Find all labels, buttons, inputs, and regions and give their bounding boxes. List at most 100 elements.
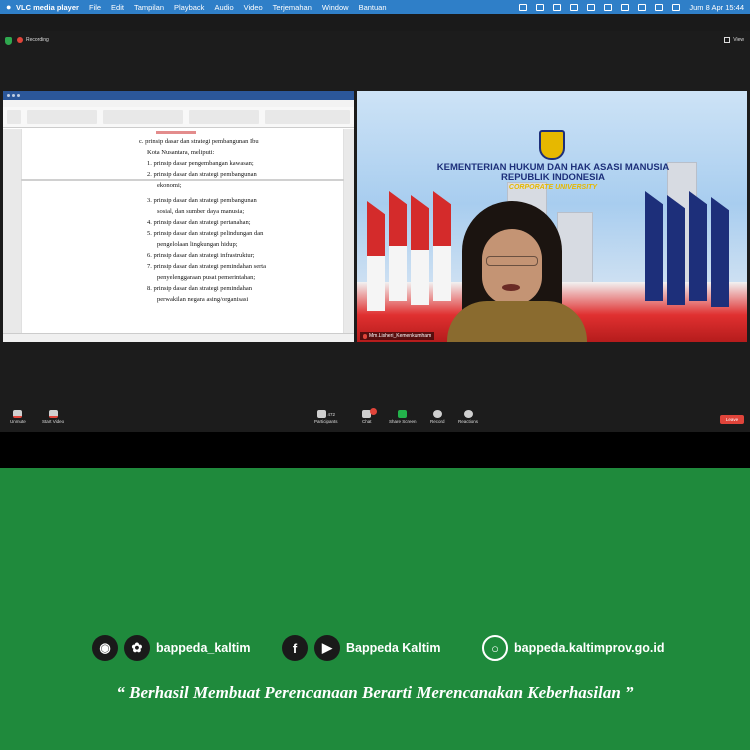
website-url: bappeda.kaltimprov.go.id xyxy=(514,641,665,655)
chat-button[interactable]: Chat xyxy=(362,408,378,424)
ministry-banner-text: KEMENTERIAN HUKUM DAN HAK ASASI MANUSIA … xyxy=(417,163,689,193)
smiley-icon xyxy=(463,410,473,418)
menu-app-name[interactable]: VLC media player xyxy=(16,3,79,12)
speaker-video-tile[interactable]: KEMENTERIAN HUKUM DAN HAK ASASI MANUSIA … xyxy=(357,91,747,342)
blue-flag xyxy=(667,195,685,305)
red-white-flag xyxy=(389,191,407,301)
word-ribbon xyxy=(3,107,354,128)
menu-video[interactable]: Video xyxy=(244,3,263,12)
menu-help[interactable]: Bantuan xyxy=(359,3,387,12)
blue-flag xyxy=(645,191,663,301)
menu-playback[interactable]: Playback xyxy=(174,3,204,12)
recording-indicator[interactable]: Recording xyxy=(17,37,49,43)
drive-icon[interactable] xyxy=(536,3,545,11)
record-icon xyxy=(432,410,442,418)
vlc-status-icon[interactable] xyxy=(553,3,562,11)
chat-label: Chat xyxy=(362,419,372,424)
menu-audio[interactable]: Audio xyxy=(214,3,233,12)
participant-name-label: Mm.Lisheri_Kemenkumham xyxy=(360,332,435,340)
menubar-status-area: Jum 8 Apr 15:44 xyxy=(519,3,744,12)
window-controls xyxy=(7,94,20,97)
social-website: ○ bappeda.kaltimprov.go.id xyxy=(482,635,664,661)
menu-window[interactable]: Window xyxy=(322,3,349,12)
menu-view[interactable]: Tampilan xyxy=(134,3,164,12)
footer-tagline: “ Berhasil Membuat Perencanaan Berarti M… xyxy=(116,683,634,702)
apple-menu-icon[interactable]: ● xyxy=(6,2,16,12)
speaker-person xyxy=(447,201,587,342)
menu-file[interactable]: File xyxy=(89,3,101,12)
instagram-twitter-handle: bappeda_kaltim xyxy=(156,641,251,655)
doc-line: 3. prinsip dasar dan strategi pembanguna… xyxy=(147,197,257,204)
record-button[interactable]: Record xyxy=(430,410,445,424)
security-shield-icon[interactable] xyxy=(5,37,12,45)
chat-icon xyxy=(362,408,378,418)
microphone-icon xyxy=(13,410,23,418)
doc-line: ekonomi; xyxy=(157,182,182,189)
unmute-label: Unmute xyxy=(10,419,26,424)
red-white-flag xyxy=(433,191,451,301)
grid-view-icon xyxy=(724,37,731,43)
wifi-icon[interactable] xyxy=(621,3,630,11)
word-title-bar xyxy=(3,91,354,100)
shared-screen-document[interactable]: c. prinsip dasar dan strategi pembanguna… xyxy=(3,91,354,342)
control-center-icon[interactable] xyxy=(655,3,664,11)
dropbox-icon[interactable] xyxy=(519,3,528,11)
participants-button[interactable]: 472 Participants xyxy=(314,410,338,424)
facebook-youtube-name: Bappeda Kaltim xyxy=(346,641,441,655)
search-icon[interactable] xyxy=(638,3,647,11)
doc-line: perwakilan negara asing/organisasi xyxy=(157,296,249,303)
word-status-bar xyxy=(3,333,354,342)
page-right-gutter xyxy=(344,129,354,333)
twitter-icon: ✿ xyxy=(124,635,150,661)
doc-line: 5. prinsip dasar dan strategi pelindunga… xyxy=(147,230,264,237)
zoom-toolbar: Unmute Start Video 472 Participants Chat… xyxy=(0,406,750,432)
ministry-unit: CORPORATE UNIVERSITY xyxy=(508,184,598,191)
participant-name: Mm.Lisheri_Kemenkumham xyxy=(369,333,432,339)
social-facebook-youtube: f ▶ Bappeda Kaltim xyxy=(282,635,440,661)
share-screen-button[interactable]: Share Screen xyxy=(389,410,417,424)
doc-line: penyelenggaraan pusat pemerintahan; xyxy=(157,274,256,281)
doc-line: Kota Nusantara, meliputi: xyxy=(147,149,215,156)
instagram-icon: ◉ xyxy=(92,635,118,661)
view-button[interactable]: View xyxy=(724,37,744,43)
recording-label: Recording xyxy=(26,37,49,43)
menubar-clock[interactable]: Jum 8 Apr 15:44 xyxy=(689,3,744,12)
record-label: Record xyxy=(430,419,445,424)
doc-line: 1. prinsip dasar pengembangan kawasan; xyxy=(147,160,254,167)
start-video-button[interactable]: Start Video xyxy=(42,410,64,424)
doc-line: sosial, dan sumber daya manusia; xyxy=(157,208,245,215)
participants-label: Participants xyxy=(314,419,338,424)
menu-translate[interactable]: Terjemahan xyxy=(273,3,312,12)
share-screen-label: Share Screen xyxy=(389,419,417,424)
page-left-gutter xyxy=(3,129,21,333)
video-camera-icon xyxy=(48,410,58,418)
unmute-button[interactable]: Unmute xyxy=(10,410,26,424)
blue-flag xyxy=(711,197,729,307)
view-label: View xyxy=(733,37,744,43)
bluetooth-icon[interactable] xyxy=(587,3,596,11)
recording-dot-icon xyxy=(17,37,23,43)
red-white-flag xyxy=(411,195,429,305)
globe-icon: ○ xyxy=(482,635,508,661)
youtube-icon: ▶ xyxy=(314,635,340,661)
word-ribbon-tabs xyxy=(3,100,354,107)
doc-line: 2. prinsip dasar dan strategi pembanguna… xyxy=(147,171,257,178)
participants-count: 472 xyxy=(327,411,336,417)
muted-mic-icon xyxy=(363,333,367,339)
doc-line: 7. prinsip dasar dan strategi pemindahan… xyxy=(147,263,266,270)
menu-edit[interactable]: Edit xyxy=(111,3,124,12)
reactions-button[interactable]: Reactions xyxy=(458,410,478,424)
play-status-icon[interactable] xyxy=(570,3,579,11)
letterbox-band xyxy=(0,432,750,468)
battery-icon[interactable] xyxy=(604,3,613,11)
doc-line: pengelolaan lingkungan hidup; xyxy=(157,241,238,248)
mac-menubar: ● VLC media player File Edit Tampilan Pl… xyxy=(0,0,750,14)
doc-line: c. prinsip dasar dan strategi pembanguna… xyxy=(139,138,259,145)
zoom-top-bar: Recording View xyxy=(0,31,750,49)
ministry-emblem-icon xyxy=(539,130,565,160)
ministry-country: REPUBLIK INDONESIA xyxy=(501,172,605,183)
doc-line: 4. prinsip dasar dan strategi pertanahan… xyxy=(147,219,251,226)
reactions-label: Reactions xyxy=(458,419,479,424)
leave-button[interactable]: Leave xyxy=(720,415,744,424)
siri-icon[interactable] xyxy=(672,3,681,11)
